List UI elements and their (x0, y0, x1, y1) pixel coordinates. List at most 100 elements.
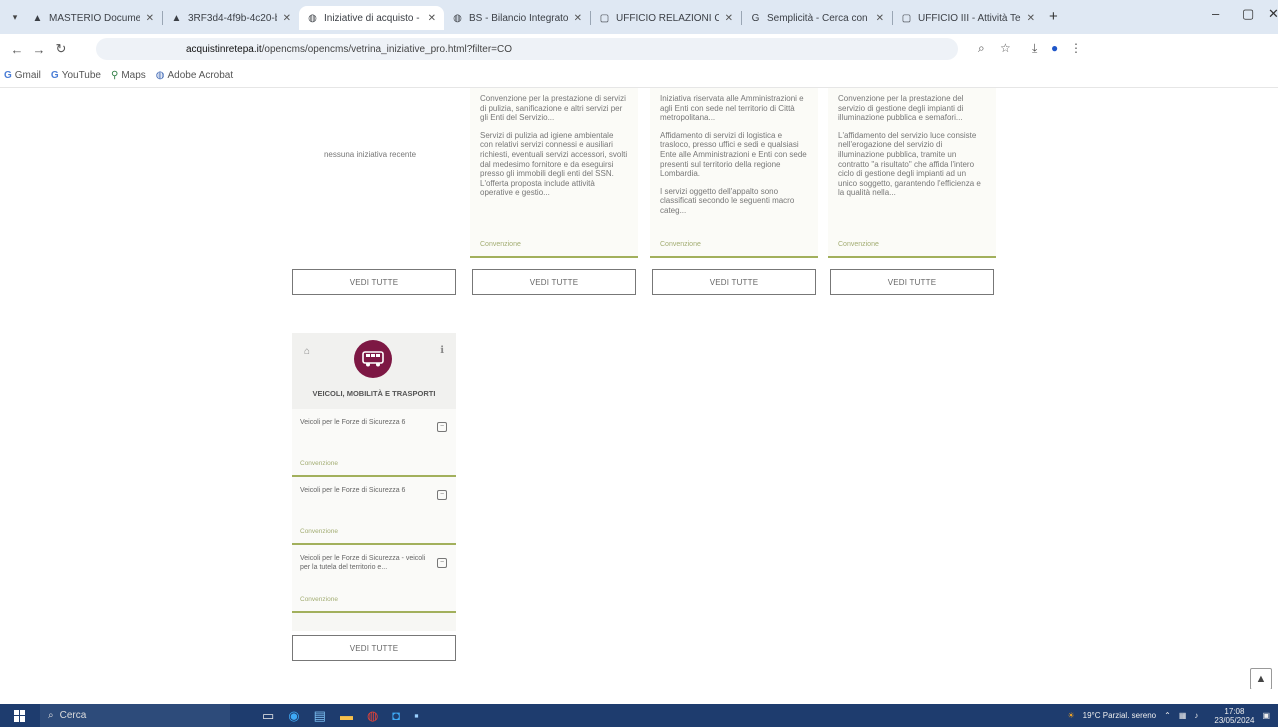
map-pin-icon: ⚲ (110, 70, 119, 81)
forward-icon[interactable]: → (28, 42, 50, 57)
item-title: Veicoli per le Forze di Sicurezza 6 (300, 419, 406, 426)
google-icon: G (751, 12, 760, 24)
notifications-icon[interactable]: ▣ (1262, 711, 1270, 720)
taskbar-search[interactable]: ⌕ Cerca (40, 704, 230, 727)
bookmark-star-icon[interactable]: ☆ (1000, 41, 1011, 55)
tab-list: ▲ MASTERIO Documenti prod ✕ ▲ 3RF3d4-4f9b-4c… (24, 6, 1043, 30)
download-icon[interactable]: ⤓ (1032, 41, 1037, 56)
url-field[interactable]: acquistinretepa.it/opencms/opencms/vetri… (96, 38, 958, 60)
initiative-card[interactable]: Convenzione per la prestazione del servi… (828, 88, 996, 260)
app-icon[interactable]: ▪ (414, 708, 419, 723)
card-body-text: Affidamento di servizi di logistica e tr… (660, 130, 807, 179)
tab-title: Semplicità - Cerca con Goog (767, 12, 870, 24)
browser-tab[interactable]: ▢ UFFICIO III - Attività Territoriali ✕ (893, 6, 1043, 30)
browser-tab[interactable]: G Semplicità - Cerca con Goog ✕ (742, 6, 892, 30)
info-icon[interactable]: ℹ (440, 345, 444, 356)
globe-icon: ◍ (308, 12, 317, 24)
os-taskbar: ⌕ Cerca ▭ ◉ ▤ ▬ ◍ ◘ ▪ ☀ 19°C Parzial. ser… (0, 704, 1278, 727)
translate-icon[interactable]: ⌕ (978, 41, 985, 56)
browser-tab-strip: ▾ ▲ MASTERIO Documenti prod ✕ ▲ 3RF3d4-4f9b-… (0, 0, 1278, 34)
minimize-icon[interactable]: – (1212, 6, 1219, 21)
close-tab-icon[interactable]: ✕ (146, 13, 154, 24)
task-view-icon[interactable]: ▭ (262, 708, 274, 724)
tab-search-icon[interactable]: ▾ (6, 6, 24, 28)
profile-icon[interactable]: ● (1051, 41, 1058, 55)
download-doc-icon[interactable]: − (437, 558, 447, 568)
card-body-text: Servizi di pulizia ad igiene ambientale … (480, 130, 628, 198)
bookmark-gmail[interactable]: G Gmail (4, 70, 41, 81)
see-all-button[interactable]: VEDI TUTTE (652, 269, 816, 295)
list-item[interactable]: Veicoli per le Forze di Sicurezza 6 − Co… (292, 477, 456, 545)
search-icon: ⌕ (48, 710, 54, 721)
item-type-link[interactable]: Convenzione (300, 596, 338, 603)
globe-icon: ◍ (155, 70, 165, 81)
address-bar-row: ← → ↻ acquistinretepa.it/opencms/opencms… (0, 34, 1278, 64)
close-tab-icon[interactable]: ✕ (1027, 13, 1035, 24)
card-heading-text: Convenzione per la prestazione del servi… (838, 94, 964, 123)
new-tab-button[interactable]: + (1049, 6, 1058, 28)
volume-icon[interactable]: ♪ (1194, 711, 1198, 720)
list-item[interactable]: Veicoli per le Forze di Sicurezza 6 − Co… (292, 409, 456, 477)
tab-title: BS - Bilancio Integrato Sociale (469, 12, 568, 24)
card-type-link[interactable]: Convenzione (838, 240, 879, 250)
see-all-button[interactable]: VEDI TUTTE (830, 269, 994, 295)
card-accent-bar (828, 256, 996, 258)
network-icon[interactable]: ▦ (1179, 711, 1187, 720)
browser-tab[interactable]: ▲ 3RF3d4-4f9b-4c20-bf21-8e2 ✕ (163, 6, 299, 30)
see-all-button[interactable]: VEDI TUTTE (292, 269, 456, 295)
weather-icon: ☀ (1067, 711, 1075, 720)
close-tab-icon[interactable]: ✕ (574, 13, 582, 24)
page-icon: ▢ (901, 12, 912, 24)
bookmark-acrobat[interactable]: ◍ Adobe Acrobat (156, 70, 233, 81)
file-explorer-icon[interactable]: ▬ (340, 708, 353, 723)
menu-dots-icon[interactable]: ⋮ (1070, 41, 1082, 55)
store-icon[interactable]: ▤ (314, 708, 326, 724)
browser-tab[interactable]: ◍ BS - Bilancio Integrato Sociale ✕ (444, 6, 590, 30)
tab-title: 3RF3d4-4f9b-4c20-bf21-8e2 (188, 12, 277, 24)
card-type-link[interactable]: Convenzione (480, 240, 521, 250)
bookmark-maps[interactable]: ⚲ Maps (111, 70, 146, 81)
item-accent-bar (292, 611, 456, 613)
download-doc-icon[interactable]: − (437, 422, 447, 432)
reload-icon[interactable]: ↻ (50, 41, 72, 57)
browser-tab[interactable]: ◍ Iniziative di acquisto - acquisti ✕ (299, 6, 444, 30)
bookmark-youtube[interactable]: G YouTube (51, 70, 101, 81)
edge-icon[interactable]: ◉ (288, 708, 299, 724)
page-content: nessuna iniziativa recente VEDI TUTTE Co… (0, 88, 1278, 689)
google-icon: G (50, 70, 59, 81)
globe-icon: ◍ (453, 12, 462, 24)
card-body-text: I servizi oggetto dell'appalto sono clas… (660, 186, 795, 215)
item-type-link[interactable]: Convenzione (300, 528, 338, 535)
initiative-card[interactable]: Convenzione per la prestazione di serviz… (470, 88, 638, 260)
initiative-card[interactable]: Iniziativa riservata alle Amministrazion… (650, 88, 818, 260)
maximize-icon[interactable]: ▢ (1242, 6, 1254, 22)
outlook-icon[interactable]: ◘ (392, 708, 400, 723)
chrome-icon[interactable]: ◍ (367, 708, 378, 724)
clock[interactable]: 17:08 23/05/2024 (1206, 707, 1254, 725)
item-type-link[interactable]: Convenzione (300, 460, 338, 467)
close-tab-icon[interactable]: ✕ (876, 13, 884, 24)
windows-start-icon[interactable] (14, 709, 26, 722)
bookmarks-bar: G Gmail G YouTube ⚲ Maps ◍ Adobe Acrobat (0, 64, 1278, 88)
tray-arrow-icon[interactable]: ⌃ (1164, 711, 1171, 720)
browser-tab[interactable]: ▢ UFFICIO RELAZIONI CON IL P ✕ (591, 6, 741, 30)
weather-text[interactable]: 19°C Parzial. sereno (1083, 711, 1156, 720)
see-all-button[interactable]: VEDI TUTTE (292, 635, 456, 661)
close-tab-icon[interactable]: ✕ (428, 13, 436, 24)
google-icon: G (4, 70, 12, 81)
tab-title: MASTERIO Documenti prod (49, 12, 140, 24)
card-type-link[interactable]: Convenzione (660, 240, 701, 250)
back-icon[interactable]: ← (6, 42, 28, 57)
close-tab-icon[interactable]: ✕ (725, 13, 733, 24)
home-icon[interactable]: ⌂ (304, 346, 310, 357)
initiative-column-empty: nessuna iniziativa recente (290, 88, 450, 260)
list-item[interactable]: Veicoli per le Forze di Sicurezza - veic… (292, 545, 456, 613)
tab-title: UFFICIO III - Attività Territoriali (918, 12, 1021, 24)
scroll-to-top-button[interactable]: ▲ (1250, 668, 1272, 689)
download-doc-icon[interactable]: − (437, 490, 447, 500)
see-all-button[interactable]: VEDI TUTTE (472, 269, 636, 295)
close-tab-icon[interactable]: ✕ (283, 13, 291, 24)
card-heading-text: Iniziativa riservata alle Amministrazion… (660, 94, 804, 123)
browser-tab[interactable]: ▲ MASTERIO Documenti prod ✕ (24, 6, 162, 30)
close-window-icon[interactable]: ✕ (1268, 6, 1278, 22)
